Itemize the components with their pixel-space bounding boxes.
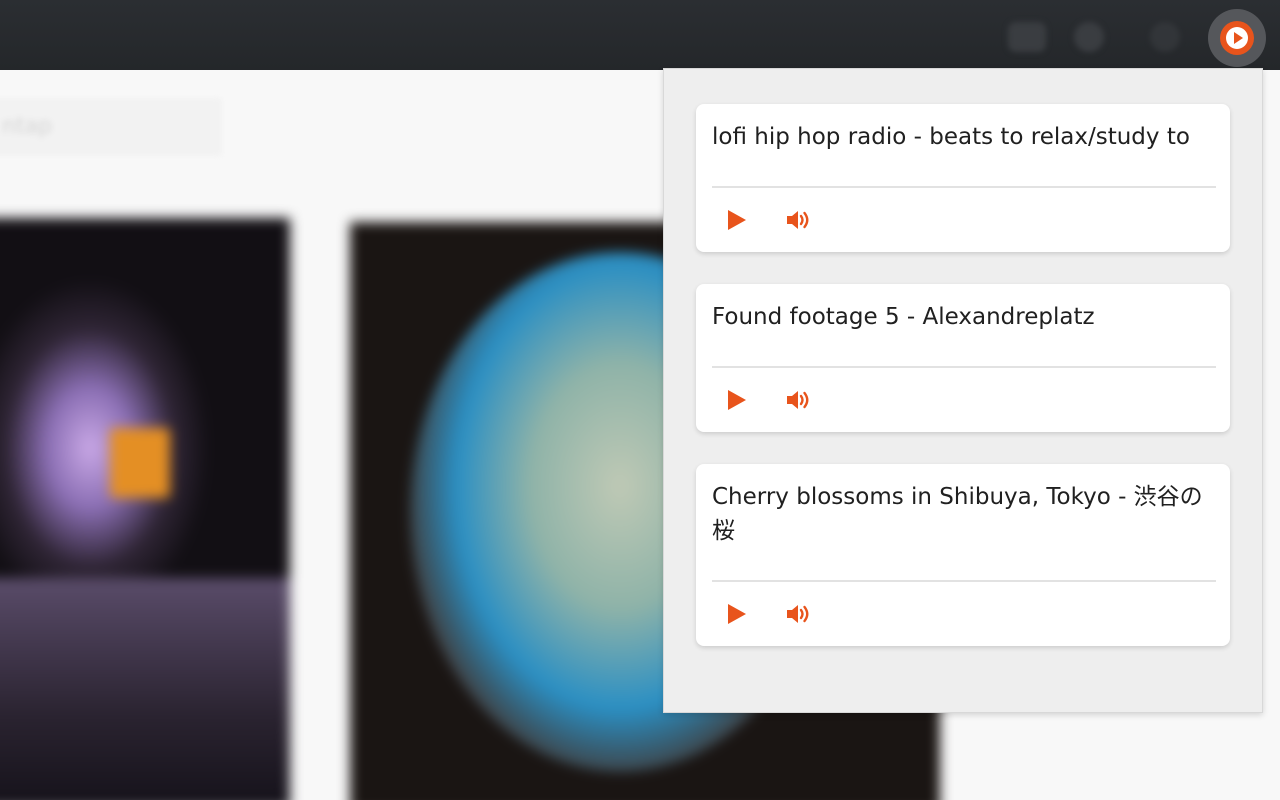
- play-button[interactable]: [719, 383, 753, 417]
- card-divider: [712, 580, 1216, 582]
- volume-button[interactable]: [782, 597, 816, 631]
- search-text: ntap: [2, 114, 53, 139]
- stream-title: lofi hip hop radio - beats to relax/stud…: [712, 124, 1190, 150]
- photo-detail: [110, 428, 170, 498]
- stream-card: Cherry blossoms in Shibuya, Tokyo - 渋谷の桜: [696, 464, 1230, 646]
- extension-button-active[interactable]: [1208, 9, 1266, 67]
- settings-icon[interactable]: [1074, 22, 1104, 52]
- volume-icon: [787, 211, 809, 229]
- play-icon: [728, 604, 746, 624]
- photo-detail: [0, 578, 290, 800]
- card-divider: [712, 186, 1216, 188]
- volume-icon: [787, 605, 809, 623]
- volume-button[interactable]: [782, 383, 816, 417]
- stream-title: Cherry blossoms in Shibuya, Tokyo - 渋谷の桜: [712, 484, 1203, 544]
- stream-card: Found footage 5 - Alexandreplatz: [696, 284, 1230, 432]
- extension-popup: lofi hip hop radio - beats to relax/stud…: [663, 68, 1263, 713]
- stream-title: Found footage 5 - Alexandreplatz: [712, 304, 1095, 330]
- play-button[interactable]: [719, 597, 753, 631]
- search-input-blurred: ntap: [0, 98, 222, 156]
- stream-card: lofi hip hop radio - beats to relax/stud…: [696, 104, 1230, 252]
- volume-icon: [787, 391, 809, 409]
- extension-icon[interactable]: [1150, 22, 1180, 52]
- card-divider: [712, 366, 1216, 368]
- play-icon: [728, 390, 746, 410]
- play-icon: [728, 210, 746, 230]
- play-button[interactable]: [719, 203, 753, 237]
- photo-thumbnail: [0, 218, 290, 800]
- browser-toolbar: [0, 0, 1280, 70]
- video-camera-icon[interactable]: [1008, 22, 1046, 52]
- play-circle-icon: [1220, 21, 1254, 55]
- volume-button[interactable]: [782, 203, 816, 237]
